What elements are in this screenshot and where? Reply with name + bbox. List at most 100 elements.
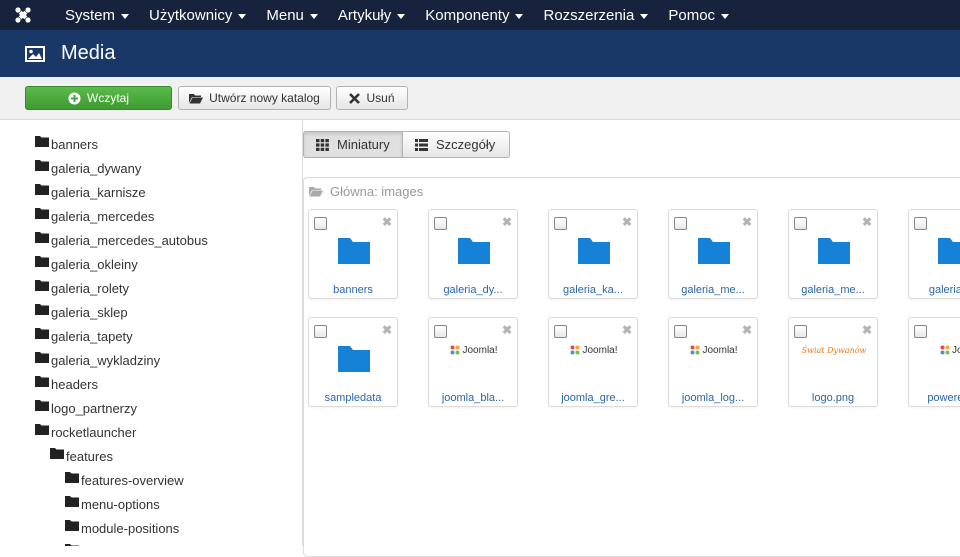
image-thumbnail[interactable]: ✖ Joomla! joomla_bla... [428, 317, 518, 407]
folder-thumbnail[interactable]: ✖ galeria_me... [788, 209, 878, 299]
select-checkbox[interactable] [314, 217, 327, 230]
select-checkbox[interactable] [434, 217, 447, 230]
item-label[interactable]: galeria_me... [669, 284, 757, 296]
folder-thumbnail[interactable]: ✖ galeria_dy... [428, 209, 518, 299]
item-label[interactable]: galeria_ka... [549, 284, 637, 296]
tree-item-module-positions[interactable]: module-positions [65, 519, 179, 537]
tree-item-label: galeria_karnisze [51, 184, 146, 200]
media-browser: Główna: images ✖ banners ✖ galeria_dy... ✖ ga… [303, 177, 960, 557]
image-caption: Joomla! [702, 344, 738, 356]
item-label[interactable]: logo.png [789, 392, 877, 404]
tree-item-galeria_sklep[interactable]: galeria_sklep [35, 303, 128, 321]
select-checkbox[interactable] [794, 325, 807, 338]
select-checkbox[interactable] [554, 217, 567, 230]
delete-icon[interactable]: ✖ [382, 323, 392, 337]
folder-icon [35, 159, 49, 171]
delete-icon[interactable]: ✖ [502, 215, 512, 229]
caret-down-icon [397, 13, 406, 19]
item-label[interactable]: sampledata [309, 392, 397, 404]
tree-item-galeria_mercedes[interactable]: galeria_mercedes [35, 207, 154, 225]
item-label[interactable]: banners [309, 284, 397, 296]
select-checkbox[interactable] [554, 325, 567, 338]
tree-item-features[interactable]: features [50, 447, 113, 465]
tree-item-galeria_okleiny[interactable]: galeria_okleiny [35, 255, 138, 273]
menu-articles[interactable]: Artykuły [338, 7, 406, 24]
list-icon [415, 138, 428, 151]
create-folder-button[interactable]: Utwórz nowy katalog [178, 86, 331, 110]
tree-item-label: galeria_wykladziny [51, 352, 161, 368]
delete-icon[interactable]: ✖ [862, 215, 872, 229]
caret-down-icon [121, 13, 130, 19]
folder-icon [65, 495, 79, 507]
tree-item-galeria_mercedes_autobus[interactable]: galeria_mercedes_autobus [35, 231, 208, 249]
tree-item-galeria_dywany[interactable]: galeria_dywany [35, 159, 141, 177]
folder-thumbnail[interactable]: ✖galeria_... [908, 209, 960, 299]
menu-components[interactable]: Komponenty [425, 7, 524, 24]
folder-icon [938, 238, 960, 264]
tree-item-logo_partnerzy[interactable]: logo_partnerzy [35, 399, 137, 417]
select-checkbox[interactable] [674, 325, 687, 338]
image-thumbnail[interactable]: ✖ Świat Dywanów logo.png [788, 317, 878, 407]
select-checkbox[interactable] [914, 325, 927, 338]
folder-icon [35, 231, 49, 243]
item-label[interactable]: joomla_log... [669, 392, 757, 404]
item-label[interactable]: joomla_gre... [549, 392, 637, 404]
tree-item-banners[interactable]: banners [35, 135, 98, 153]
tree-item-galeria_wykladziny[interactable]: galeria_wykladziny [35, 351, 160, 369]
folder-thumbnail[interactable]: ✖ galeria_me... [668, 209, 758, 299]
thumbnails-view-button[interactable]: Miniatury [303, 131, 403, 158]
page-title: Media [61, 42, 116, 64]
menu-users[interactable]: Użytkownicy [149, 7, 247, 24]
tree-item-features-overview[interactable]: features-overview [65, 471, 184, 489]
menu-menus[interactable]: Menu [266, 7, 318, 24]
image-thumbnail[interactable]: ✖ Joomla! joomla_gre... [548, 317, 638, 407]
tree-item-galeria_karnisze[interactable]: galeria_karnisze [35, 183, 146, 201]
upload-button[interactable]: Wczytaj [25, 86, 172, 110]
select-checkbox[interactable] [794, 217, 807, 230]
folder-thumbnail[interactable]: ✖ sampledata [308, 317, 398, 407]
item-label[interactable]: powered... [909, 392, 960, 404]
select-checkbox[interactable] [674, 217, 687, 230]
menu-help[interactable]: Pomoc [668, 7, 730, 24]
select-checkbox[interactable] [434, 325, 447, 338]
joomla-icon[interactable] [0, 0, 46, 30]
item-label[interactable]: galeria_... [909, 284, 960, 296]
delete-icon[interactable]: ✖ [622, 323, 632, 337]
menu-extensions[interactable]: Rozszerzenia [543, 6, 649, 24]
folder-thumbnail[interactable]: ✖ banners [308, 209, 398, 299]
delete-icon[interactable]: ✖ [502, 323, 512, 337]
folder-open-icon [189, 93, 204, 104]
delete-icon[interactable]: ✖ [742, 323, 752, 337]
image-preview: Joo [919, 340, 960, 360]
item-label[interactable]: galeria_me... [789, 284, 877, 296]
folder-icon [698, 238, 730, 264]
item-label[interactable]: joomla_bla... [429, 392, 517, 404]
folder-tree: banners galeria_dywany galeria_karniszegal… [0, 121, 303, 546]
folder-icon [338, 346, 370, 372]
folder-icon [35, 183, 49, 195]
delete-icon[interactable]: ✖ [862, 323, 872, 337]
tree-item-rocketlauncher[interactable]: rocketlauncher [35, 423, 136, 441]
folder-icon [35, 327, 49, 339]
top-navbar: System Użytkownicy Menu Artykuły Kompone… [0, 0, 960, 30]
details-view-button[interactable]: Szczegóły [402, 131, 510, 158]
delete-icon[interactable]: ✖ [622, 215, 632, 229]
menu-label: Rozszerzenia [543, 6, 635, 24]
tree-item-menu-options[interactable]: menu-options [65, 495, 160, 513]
delete-icon[interactable]: ✖ [382, 215, 392, 229]
select-checkbox[interactable] [914, 217, 927, 230]
image-thumbnail[interactable]: ✖Joopowered... [908, 317, 960, 407]
menu-system[interactable]: System [65, 7, 130, 24]
folder-icon [35, 207, 49, 219]
delete-icon[interactable]: ✖ [742, 215, 752, 229]
tree-item-galeria_rolety[interactable]: galeria_rolety [35, 279, 129, 297]
delete-button[interactable]: Usuń [336, 86, 408, 110]
image-thumbnail[interactable]: ✖ Joomla! joomla_log... [668, 317, 758, 407]
item-label[interactable]: galeria_dy... [429, 284, 517, 296]
image-caption: Joomla! [462, 344, 498, 356]
folder-thumbnail[interactable]: ✖ galeria_ka... [548, 209, 638, 299]
tree-item-headers[interactable]: headers [35, 375, 98, 393]
select-checkbox[interactable] [314, 325, 327, 338]
tree-item-galeria_tapety[interactable]: galeria_tapety [35, 327, 133, 345]
image-preview: Świat Dywanów [799, 340, 869, 360]
